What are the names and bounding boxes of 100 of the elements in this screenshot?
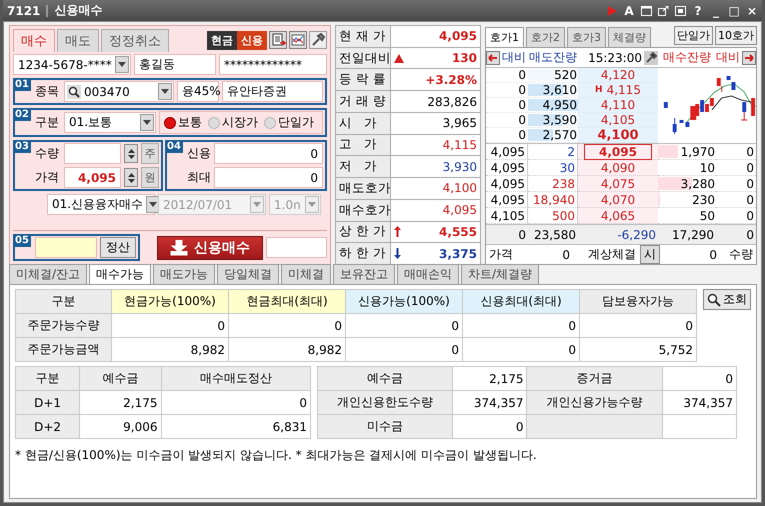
spin-arrows-icon bbox=[128, 146, 134, 160]
bid-price: 4,070 bbox=[600, 192, 636, 206]
order-tab[interactable]: 매수 bbox=[13, 28, 55, 52]
bid-price: 4,095 bbox=[584, 144, 652, 160]
stock-code-combo[interactable]: 003470 bbox=[64, 81, 174, 102]
quote-label: 매수호가 bbox=[336, 200, 390, 221]
ask-price: 4,120 bbox=[600, 68, 636, 82]
submit-button[interactable]: 신용매수 bbox=[157, 236, 263, 260]
help-button[interactable]: ? bbox=[692, 4, 704, 18]
result-tab[interactable]: 보유잔고 bbox=[333, 264, 396, 284]
dropdown-button[interactable] bbox=[115, 56, 129, 73]
unit-button[interactable]: 주 bbox=[141, 143, 159, 164]
caret-icon bbox=[161, 89, 169, 94]
table-cell: 0 bbox=[346, 314, 462, 338]
total-value: 0 bbox=[746, 228, 754, 242]
password-field[interactable]: ************* bbox=[219, 54, 327, 75]
auction-button[interactable]: 시 bbox=[640, 245, 660, 264]
radio-option[interactable]: 시장가 bbox=[208, 114, 258, 131]
book-tab[interactable]: 체결량 bbox=[608, 27, 651, 47]
quote-value: 3,965 bbox=[442, 116, 477, 130]
window-icon[interactable] bbox=[641, 6, 652, 16]
input-field[interactable] bbox=[266, 237, 327, 258]
mode-toggle[interactable]: 신용 bbox=[237, 30, 267, 50]
order-tab[interactable]: 매도 bbox=[57, 28, 99, 52]
minimize-button[interactable]: _ bbox=[710, 4, 722, 18]
book-tab[interactable]: 호가2 bbox=[526, 27, 565, 47]
mode-toggle[interactable]: 현금 bbox=[207, 30, 237, 50]
column-header: 신용최대(최대) bbox=[462, 290, 580, 314]
export-icon[interactable] bbox=[658, 6, 669, 16]
field-label: 신용 bbox=[187, 145, 211, 162]
quote-value: 4,095 bbox=[442, 203, 477, 218]
table-cell: 0 bbox=[580, 314, 696, 338]
spin-button[interactable] bbox=[124, 168, 138, 187]
quote-value: 3,375 bbox=[439, 246, 477, 261]
book-button[interactable]: 10호가 bbox=[715, 26, 757, 45]
value-field: 0 bbox=[214, 143, 323, 164]
settle-button[interactable]: 정산 bbox=[100, 237, 136, 258]
total-difference: -6,290 bbox=[617, 228, 656, 242]
margin-rate-field: 융45% bbox=[177, 81, 219, 102]
table-cell: 2,175 bbox=[452, 366, 527, 390]
book-tab[interactable]: 호가3 bbox=[567, 27, 606, 47]
row-header: 주문가능금액 bbox=[16, 338, 112, 362]
input-field[interactable] bbox=[35, 237, 97, 258]
quote-label: 매도호가 bbox=[336, 178, 390, 199]
result-tab[interactable]: 미체결/잔고 bbox=[9, 264, 88, 284]
query-button[interactable]: 조회 bbox=[703, 289, 751, 310]
book-tab[interactable]: 호가1 bbox=[485, 27, 524, 47]
radio-option[interactable]: 단일가 bbox=[264, 114, 314, 131]
field-label: 가격 bbox=[489, 246, 513, 263]
table-cell: 0 bbox=[112, 314, 228, 338]
row-header: 개인신용한도수량 bbox=[318, 390, 453, 414]
result-tab[interactable]: 당일체결 bbox=[217, 264, 280, 284]
result-tab[interactable]: 매수가능 bbox=[89, 264, 152, 284]
loan-type-combo[interactable]: 01.신용융자매수 bbox=[47, 194, 155, 215]
high-marker: H bbox=[595, 85, 603, 95]
column-header: 대비 bbox=[716, 49, 740, 66]
font-button[interactable]: A bbox=[623, 4, 635, 18]
close-button[interactable]: × bbox=[746, 4, 758, 18]
unit-button[interactable]: 원 bbox=[141, 167, 159, 188]
field-label: 종목 bbox=[35, 83, 60, 100]
result-tab[interactable]: 매도가능 bbox=[153, 264, 216, 284]
dropdown-button[interactable] bbox=[158, 83, 172, 100]
table-cell: 6,831 bbox=[161, 414, 310, 438]
caret-icon bbox=[308, 202, 316, 207]
order-tab[interactable]: 정정취소 bbox=[101, 28, 169, 52]
column-header: 매수매도정산 bbox=[161, 366, 310, 390]
section-badge: 02 bbox=[13, 108, 31, 121]
spin-button[interactable] bbox=[124, 144, 138, 163]
account-combo[interactable]: 1234-5678-**** bbox=[13, 54, 131, 75]
total-value: 17,290 bbox=[672, 228, 714, 242]
book-button[interactable]: 단일가 bbox=[674, 26, 713, 45]
quantity-field[interactable] bbox=[64, 143, 121, 164]
spin-arrows-icon bbox=[128, 170, 134, 184]
bid-price: 4,090 bbox=[600, 160, 636, 174]
quote-label: 저 가 bbox=[336, 156, 390, 178]
column-header: 매도잔량 bbox=[528, 49, 578, 66]
radio-option[interactable]: 보통 bbox=[164, 114, 202, 131]
change-value: 0 bbox=[518, 83, 526, 97]
ask-price: 4,110 bbox=[600, 98, 636, 112]
bid-price: 4,065 bbox=[600, 208, 636, 222]
layout-icon[interactable] bbox=[675, 6, 686, 16]
account-name-field: 홍길동 bbox=[134, 54, 216, 75]
price-field[interactable]: 4,095 bbox=[64, 167, 121, 188]
time-label: 15:23:00 bbox=[588, 50, 642, 64]
value-field: 0 bbox=[214, 167, 323, 188]
result-tab[interactable]: 미체결 bbox=[281, 264, 332, 284]
change-value: 0 bbox=[518, 68, 526, 82]
ask-volume: 3,610 bbox=[542, 83, 577, 97]
document-icon[interactable] bbox=[269, 31, 287, 49]
search-icon bbox=[707, 292, 721, 306]
result-tab[interactable]: 차트/체결량 bbox=[461, 264, 540, 284]
dropdown-button[interactable] bbox=[140, 114, 154, 131]
order-type-combo[interactable]: 01.보통 bbox=[64, 112, 156, 133]
chart-icon[interactable] bbox=[289, 31, 307, 49]
search-icon[interactable] bbox=[67, 84, 81, 98]
result-tab[interactable]: 매매손익 bbox=[397, 264, 460, 284]
maximize-button[interactable]: □ bbox=[728, 4, 740, 18]
trade-quantity: 18,940 bbox=[533, 192, 575, 206]
quote-label: 전일대비 bbox=[336, 48, 390, 68]
row-header: D+1 bbox=[16, 390, 80, 414]
